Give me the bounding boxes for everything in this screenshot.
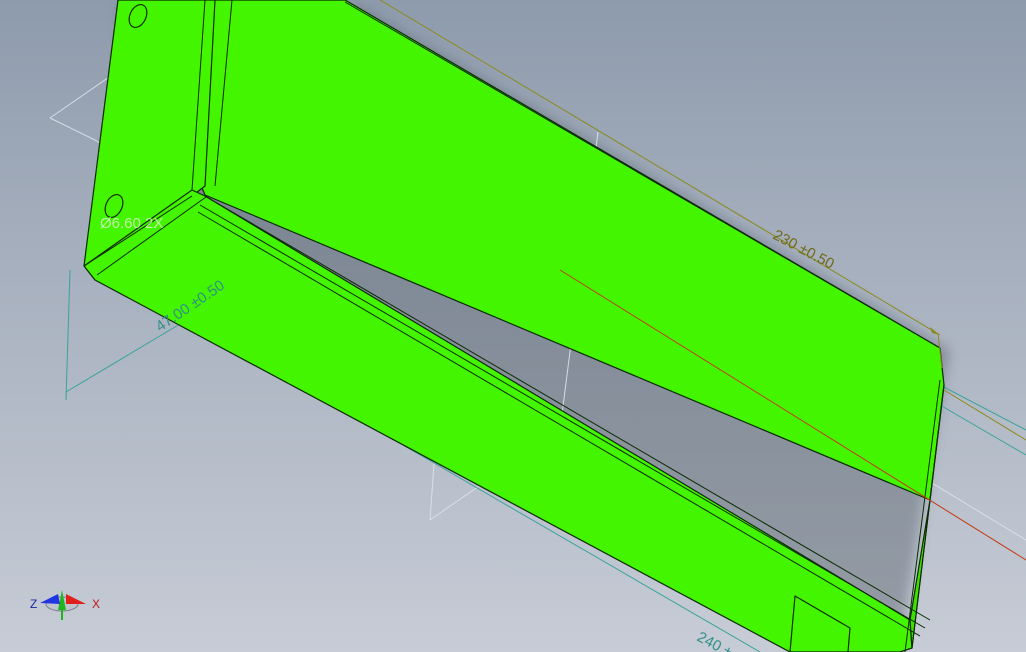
dimension-240-label: 240 ± bbox=[694, 629, 735, 652]
triad-z-label: Z bbox=[30, 597, 37, 611]
3d-viewport[interactable]: 230 ±0.50 47.00 ±0.50 Ø6.60 2X 240 ± Z X bbox=[0, 0, 1026, 652]
viewport-canvas[interactable]: 230 ±0.50 47.00 ±0.50 Ø6.60 2X 240 ± Z X bbox=[0, 0, 1026, 652]
triad-z-axis bbox=[40, 594, 60, 604]
triad-x-axis bbox=[66, 594, 86, 604]
view-triad[interactable]: Z X bbox=[30, 590, 100, 620]
triad-x-label: X bbox=[92, 597, 100, 611]
hole-callout-label: Ø6.60 2X bbox=[100, 215, 163, 232]
